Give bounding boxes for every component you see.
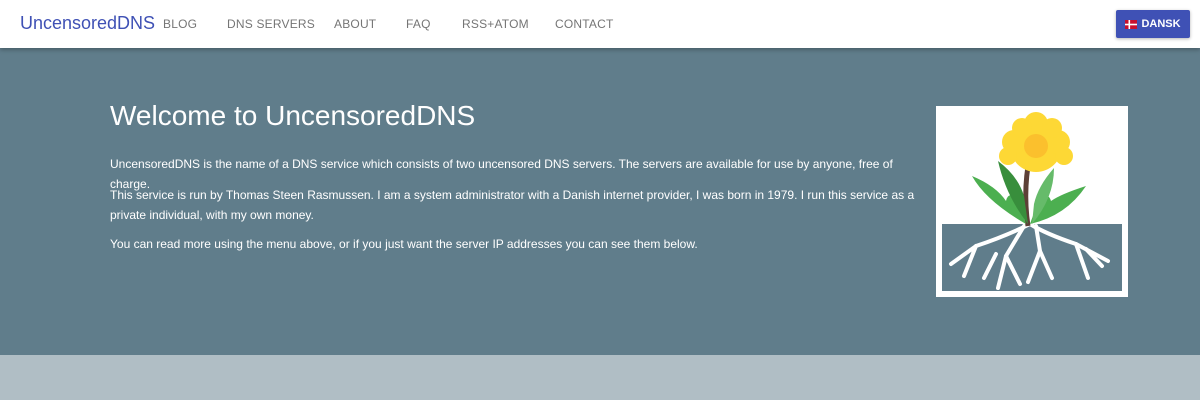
hero-section: Welcome to UncensoredDNS UncensoredDNS i… bbox=[0, 48, 1200, 355]
nav-item-contact[interactable]: CONTACT bbox=[555, 17, 614, 31]
dandelion-logo-icon bbox=[942, 112, 1122, 291]
nav-item-dns-servers[interactable]: DNS SERVERS bbox=[227, 17, 315, 31]
nav-item-rss-atom[interactable]: RSS+ATOM bbox=[462, 17, 529, 31]
nav-item-blog[interactable]: BLOG bbox=[163, 17, 197, 31]
language-button-label: DANSK bbox=[1141, 18, 1181, 30]
page-title: Welcome to UncensoredDNS bbox=[110, 100, 476, 131]
nav-item-faq[interactable]: FAQ bbox=[406, 17, 431, 31]
brand-link[interactable]: UncensoredDNS bbox=[20, 13, 155, 34]
logo-box bbox=[936, 106, 1128, 297]
read-more-paragraph: You can read more using the menu above, … bbox=[110, 237, 698, 251]
navbar: UncensoredDNS BLOG DNS SERVERS ABOUT FAQ… bbox=[0, 0, 1200, 48]
about-paragraph: This service is run by Thomas Steen Rasm… bbox=[110, 188, 915, 222]
nav-item-about[interactable]: ABOUT bbox=[334, 17, 376, 31]
language-button[interactable]: DANSK bbox=[1116, 10, 1190, 38]
danish-flag-icon bbox=[1125, 19, 1138, 29]
